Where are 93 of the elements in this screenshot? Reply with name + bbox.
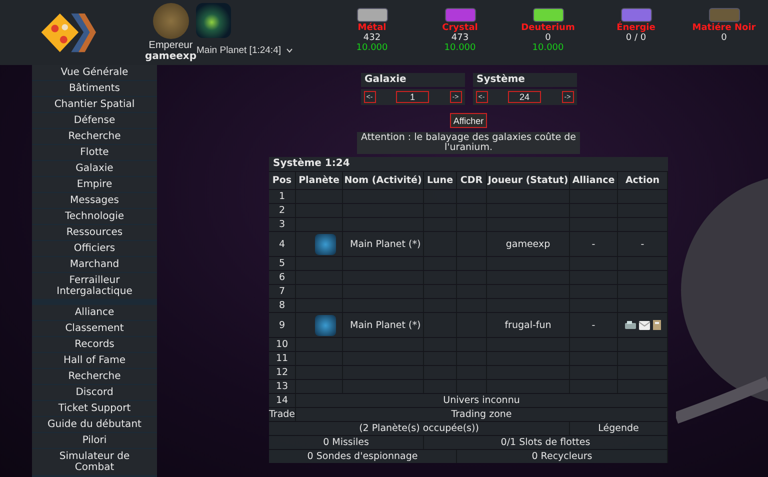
table-cell: Univers inconnu: [296, 394, 668, 407]
sidebar-item[interactable]: Guide du débutant: [32, 417, 157, 432]
table-cell: 14: [269, 394, 296, 407]
player-rank: Empereur: [148, 40, 193, 51]
table-cell: 7: [269, 285, 296, 298]
table-cell: 10: [269, 338, 296, 351]
sidebar-item[interactable]: Chantier Spatial: [32, 97, 157, 112]
table-cell: 0 Missiles: [269, 436, 424, 449]
sidebar-item[interactable]: Hall of Fame: [32, 353, 157, 368]
table-title: Système 1:24: [269, 157, 668, 171]
player-name: gameexp: [145, 51, 196, 62]
sidebar-item[interactable]: Messages: [32, 193, 157, 208]
planet-picture[interactable]: [315, 234, 336, 254]
table-cell[interactable]: Main Planet (*): [343, 232, 424, 256]
input-field[interactable]: 24: [508, 91, 541, 103]
resource-name: Matiére Noir: [692, 23, 756, 33]
avatar-picture: [152, 3, 189, 39]
nav-header: Système: [472, 73, 576, 87]
sidebar-item[interactable]: Marchand: [32, 257, 157, 272]
message-icon[interactable]: [638, 320, 650, 330]
resource-production: 10.000: [444, 43, 476, 53]
nav-header: Galaxie: [360, 73, 464, 87]
resource-production: 10.000: [532, 43, 564, 53]
column-header: CDR: [457, 172, 487, 189]
resource-name: Deuterium: [521, 23, 575, 33]
warning-message: Attention : le balayage des galaxies coûte de l'uranium.: [357, 132, 580, 154]
table-cell: 2: [269, 204, 296, 217]
table-cell[interactable]: frugal-fun: [487, 313, 570, 337]
resource-name: Crystal: [442, 23, 478, 33]
sidebar-item[interactable]: Classement: [32, 321, 157, 336]
sidebar-item[interactable]: Recherche: [32, 369, 157, 384]
resource-amount: 0: [721, 33, 727, 43]
resource-name: Énergie: [616, 23, 656, 33]
note-icon[interactable]: [652, 320, 660, 330]
sidebar-item[interactable]: Alliance: [32, 305, 157, 320]
legend-link[interactable]: Légende: [570, 422, 668, 435]
sidebar-item[interactable]: Flotte: [32, 145, 157, 160]
table-cell[interactable]: gameexp: [487, 232, 570, 256]
table-cell: 9: [269, 313, 296, 337]
table-cell: Trading zone: [296, 408, 668, 421]
sidebar-item[interactable]: Ticket Support: [32, 401, 157, 416]
table-cell: 13: [269, 380, 296, 393]
table-cell: Trade: [269, 408, 296, 421]
sidebar-item[interactable]: Officiers: [32, 241, 157, 256]
column-header: Alliance: [570, 172, 618, 189]
table-cell: -: [570, 313, 618, 337]
table-cell: 5: [269, 257, 296, 270]
sidebar-item[interactable]: Galaxie: [32, 161, 157, 176]
action-text: -: [640, 238, 644, 250]
table-cell: 0/1 Slots de flottes: [424, 436, 668, 449]
table-cell: 1: [269, 190, 296, 203]
table-cell: 4: [269, 232, 296, 256]
table-cell[interactable]: Main Planet (*): [343, 313, 424, 337]
resource-amount: 432: [363, 33, 381, 43]
sidebar-item[interactable]: Pilori: [32, 433, 157, 448]
table-cell: 8: [269, 299, 296, 312]
table-cell: 0 Recycleurs: [457, 450, 668, 463]
input-field[interactable]: 1: [396, 91, 429, 103]
resource-amount: 0 / 0: [626, 33, 646, 43]
show-button[interactable]: Afficher: [450, 113, 487, 128]
column-header: Joueur (Statut): [487, 172, 570, 189]
table-cell: 12: [269, 366, 296, 379]
sidebar-item[interactable]: Simulateur de Combat: [32, 449, 157, 475]
sidebar-item[interactable]: Technologie: [32, 209, 157, 224]
resource-production: 10.000: [356, 43, 388, 53]
sidebar-item[interactable]: Recherche: [32, 129, 157, 144]
spy-probe-icon[interactable]: [624, 320, 636, 330]
table-cell: 0 Sondes d'espionnage: [269, 450, 457, 463]
resource-amount: 0: [545, 33, 551, 43]
sidebar-item[interactable]: Empire: [32, 177, 157, 192]
table-cell: 6: [269, 271, 296, 284]
table-cell: -: [570, 232, 618, 256]
sidebar-item[interactable]: Bâtiments: [32, 81, 157, 96]
sidebar-item[interactable]: Records: [32, 337, 157, 352]
planet-select[interactable]: Main Planet [1:24:4]: [196, 45, 293, 56]
column-header: Action: [618, 172, 668, 189]
column-header: Lune: [424, 172, 457, 189]
sidebar-item[interactable]: Discord: [32, 385, 157, 400]
planet-picture: [196, 3, 230, 38]
column-header: Planète: [296, 172, 343, 189]
table-cell: 3: [269, 218, 296, 231]
table-cell: 11: [269, 352, 296, 365]
caret-icon: [286, 48, 293, 53]
table-cell: (2 Planète(s) occupée(s)): [269, 422, 570, 435]
resource-name: Métal: [358, 23, 386, 33]
sidebar-item[interactable]: Ressources: [32, 225, 157, 240]
sidebar-item[interactable]: Défense: [32, 113, 157, 128]
resource-amount: 473: [451, 33, 469, 43]
column-header: Pos: [269, 172, 296, 189]
sidebar-item[interactable]: Vue Générale: [32, 65, 157, 80]
sidebar-item[interactable]: Ferrailleur Intergalactique: [32, 273, 157, 299]
planet-picture[interactable]: [315, 314, 336, 336]
column-header: Nom (Activité): [343, 172, 424, 189]
